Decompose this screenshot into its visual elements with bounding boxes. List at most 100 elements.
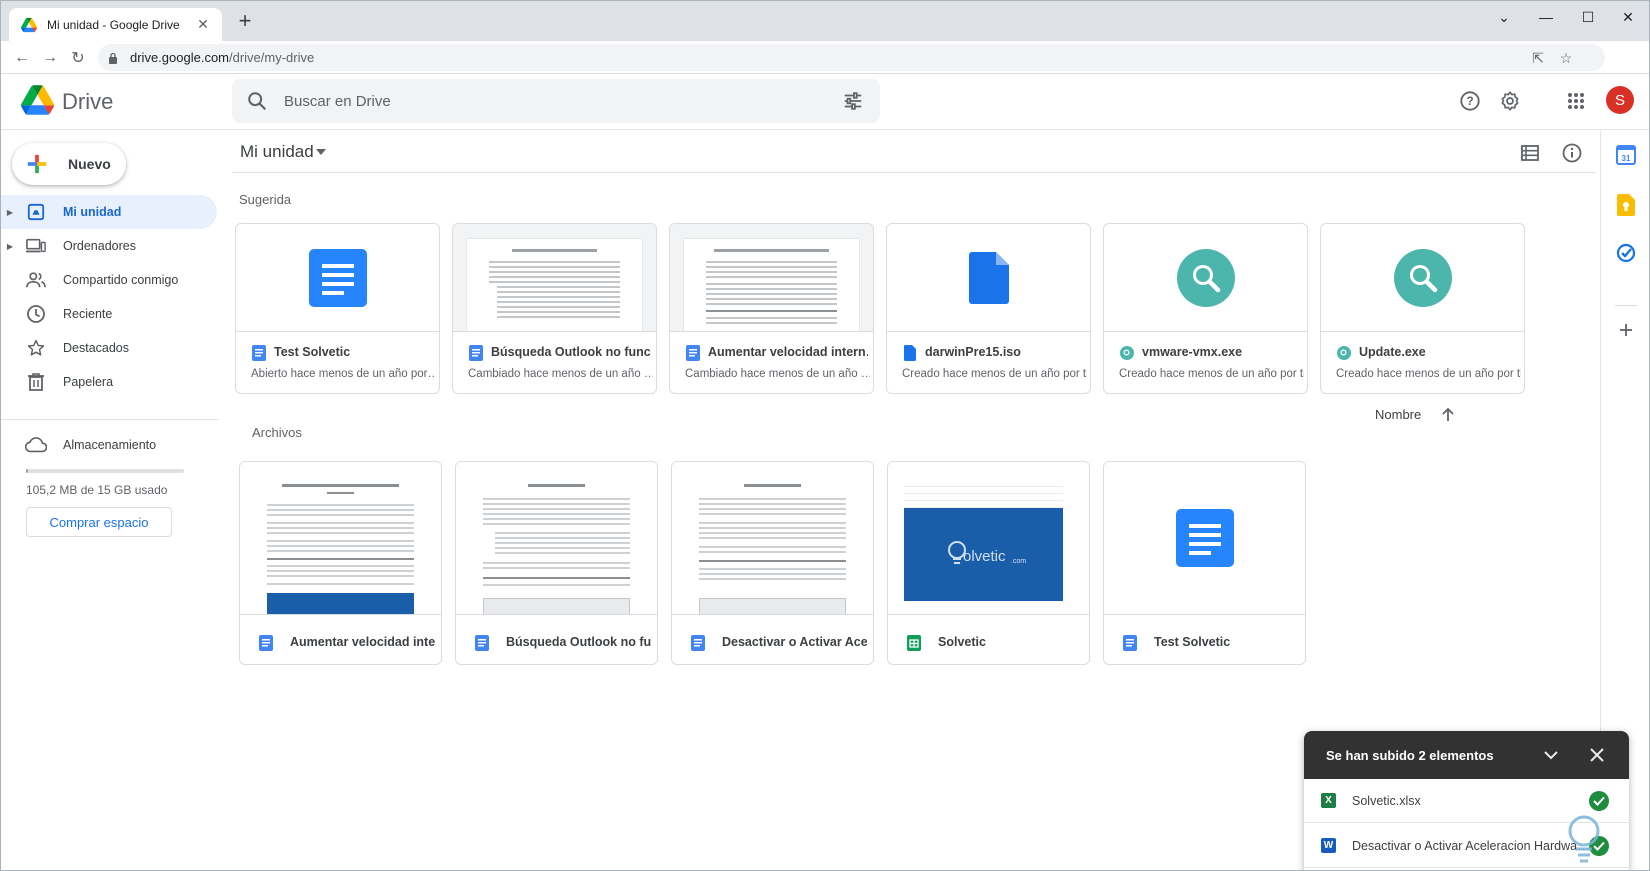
new-button[interactable]: Nuevo: [12, 143, 126, 185]
arrow-up-icon[interactable]: [1441, 407, 1455, 422]
word-icon: W: [1321, 838, 1336, 853]
url-domain: drive.google.com: [130, 50, 229, 65]
new-tab-button[interactable]: +: [233, 10, 257, 32]
upload-item-name: Desactivar o Activar Aceleracion Hardwa…: [1352, 838, 1589, 853]
shared-icon: [25, 269, 47, 291]
close-window-icon[interactable]: ✕: [1605, 5, 1649, 29]
sidebar-item-starred[interactable]: Destacados: [1, 331, 217, 365]
search-box[interactable]: [232, 79, 880, 123]
close-icon[interactable]: [1587, 745, 1607, 765]
browser-tab[interactable]: Mi unidad - Google Drive ✕: [9, 8, 222, 41]
calendar-icon[interactable]: 31: [1615, 144, 1637, 166]
chevron-down-icon[interactable]: ⌄: [1481, 5, 1527, 29]
file-thumbnail: [1104, 224, 1307, 331]
apps-grid-icon[interactable]: [1563, 88, 1589, 114]
list-view-icon[interactable]: [1519, 142, 1541, 164]
suggested-card[interactable]: Búsqueda Outlook no func… Cambiado hace …: [452, 223, 657, 394]
app-name[interactable]: Drive: [62, 89, 113, 115]
sidebar-item-computers[interactable]: ▶ Ordenadores: [1, 229, 217, 263]
add-addon-plus-icon[interactable]: [1615, 319, 1637, 341]
check-icon: [1589, 790, 1609, 811]
file-card[interactable]: Test Solvetic: [1103, 461, 1306, 665]
file-large-icon: [968, 251, 1009, 304]
file-thumbnail: olvetic .com: [888, 462, 1089, 615]
exe-large-icon: [1393, 248, 1452, 307]
docs-icon: [259, 635, 273, 651]
url-text: drive.google.com/drive/my-drive: [130, 50, 314, 65]
suggested-card[interactable]: darwinPre15.iso Creado hace menos de un …: [886, 223, 1091, 394]
tab-strip: Mi unidad - Google Drive ✕ + ⌄ — ☐ ✕: [1, 1, 1649, 41]
reload-icon[interactable]: ↻: [66, 46, 90, 70]
help-icon[interactable]: ?: [1457, 88, 1483, 114]
suggested-card[interactable]: Aumentar velocidad intern… Cambiado hace…: [669, 223, 874, 394]
page-title[interactable]: Mi unidad: [240, 142, 314, 162]
file-thumbnail: [236, 224, 439, 331]
svg-text:?: ?: [1466, 94, 1473, 108]
sidebar-divider: [1, 419, 219, 420]
file-card[interactable]: Búsqueda Outlook no fun…: [455, 461, 658, 665]
search-icon[interactable]: [246, 90, 268, 112]
tasks-icon[interactable]: [1615, 242, 1637, 264]
star-icon: [25, 337, 47, 359]
tab-title: Mi unidad - Google Drive: [47, 17, 180, 32]
docs-icon: [475, 635, 489, 651]
solvetic-logo-image: olvetic .com: [904, 508, 1063, 601]
back-arrow-icon[interactable]: ←: [10, 46, 34, 70]
info-icon[interactable]: [1561, 142, 1583, 164]
docs-icon: [686, 345, 700, 361]
sidebar: Nuevo ▶ Mi unidad ▶ Ordenadores Comparti…: [1, 131, 219, 870]
chevron-down-icon[interactable]: [316, 149, 326, 155]
search-options-icon[interactable]: [842, 90, 864, 112]
file-name: Aumentar velocidad inter…: [290, 635, 435, 649]
settings-gear-icon[interactable]: [1497, 88, 1523, 114]
file-thumbnail: [672, 462, 873, 615]
drive-logo-icon[interactable]: [21, 85, 54, 115]
file-thumbnail: [456, 462, 657, 615]
storage-usage-bar: [26, 469, 184, 473]
browser-toolbar: ← → ↻ drive.google.com/drive/my-drive ⇱ …: [1, 41, 1649, 106]
star-bookmark-icon[interactable]: ☆: [1556, 49, 1576, 67]
file-name: vmware-vmx.exe: [1142, 345, 1243, 359]
docs-large-icon: [308, 248, 367, 307]
storage-used-text: 105,2 MB de 15 GB usado: [26, 483, 168, 497]
collapse-chevron-icon[interactable]: [1541, 745, 1561, 765]
svg-text:.com: .com: [1011, 558, 1026, 565]
minimize-icon[interactable]: —: [1523, 5, 1569, 29]
lock-icon: [109, 52, 117, 64]
share-icon[interactable]: ⇱: [1528, 49, 1548, 67]
docs-icon: [1123, 635, 1137, 651]
file-thumbnail: [1104, 462, 1305, 615]
side-panel-divider: [1615, 305, 1637, 306]
file-name: Test Solvetic: [274, 345, 351, 359]
search-input[interactable]: [284, 92, 842, 110]
docs-large-icon: [1175, 509, 1234, 567]
suggested-card[interactable]: Test Solvetic Abierto hace menos de un a…: [235, 223, 440, 394]
excel-icon: X: [1321, 793, 1336, 808]
file-card[interactable]: Desactivar o Activar Acel…: [671, 461, 874, 665]
file-card[interactable]: olvetic .com Solvetic: [887, 461, 1090, 665]
account-avatar[interactable]: S: [1606, 86, 1634, 114]
file-card[interactable]: Aumentar velocidad inter…: [239, 461, 442, 665]
sidebar-item-shared[interactable]: Compartido conmigo: [1, 263, 217, 297]
sidebar-item-recent[interactable]: Reciente: [1, 297, 217, 331]
file-thumbnail: [1321, 224, 1524, 331]
suggested-section-label: Sugerida: [239, 192, 292, 207]
document-preview: [467, 239, 642, 331]
my-drive-icon: [25, 201, 47, 223]
buy-storage-button[interactable]: Comprar espacio: [26, 507, 172, 537]
expand-arrow-icon[interactable]: ▶: [1, 208, 15, 217]
sort-control[interactable]: Nombre: [1375, 407, 1455, 422]
sidebar-item-trash[interactable]: Papelera: [1, 365, 217, 399]
docs-icon: [469, 345, 483, 361]
expand-arrow-icon[interactable]: ▶: [1, 242, 15, 251]
sidebar-item-storage[interactable]: Almacenamiento: [1, 428, 217, 462]
sidebar-item-my-drive[interactable]: ▶ Mi unidad: [1, 195, 217, 229]
forward-arrow-icon[interactable]: →: [38, 46, 62, 70]
storage-usage-fill: [26, 469, 29, 473]
tab-close-icon[interactable]: ✕: [194, 16, 212, 33]
address-bar[interactable]: drive.google.com/drive/my-drive ⇱ ☆: [98, 44, 1605, 71]
suggested-card[interactable]: Update.exe Creado hace menos de un año p…: [1320, 223, 1525, 394]
sidebar-item-label: Mi unidad: [63, 205, 122, 219]
keep-icon[interactable]: [1615, 194, 1637, 216]
suggested-card[interactable]: vmware-vmx.exe Creado hace menos de un a…: [1103, 223, 1308, 394]
